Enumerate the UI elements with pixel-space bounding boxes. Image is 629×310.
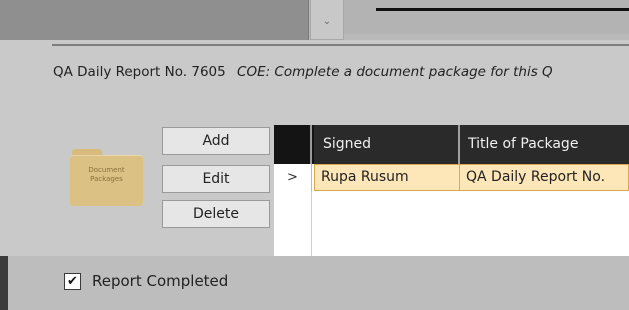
table-row[interactable]: > Rupa Rusum QA Daily Report No. xyxy=(274,164,629,191)
folder-label: Document Packages xyxy=(70,166,143,184)
row-selector-header xyxy=(274,125,312,164)
cell-signed[interactable]: Rupa Rusum xyxy=(314,164,460,191)
folder-label-line2: Packages xyxy=(90,175,123,183)
report-completed-label[interactable]: Report Completed xyxy=(92,272,228,290)
footer-edge xyxy=(0,256,8,310)
top-left-panel xyxy=(0,0,309,40)
document-package-window: ⌄ QA Daily Report No. 7605 COE: Complete… xyxy=(0,0,629,310)
chevron-down-icon: ⌄ xyxy=(322,16,332,27)
report-completed-checkbox[interactable]: ✔ xyxy=(64,273,81,290)
report-title: QA Daily Report No. 7605 xyxy=(53,64,226,80)
row-indicator[interactable]: > xyxy=(274,164,312,191)
column-header-signed[interactable]: Signed xyxy=(314,125,460,164)
separator xyxy=(52,44,629,46)
cell-title[interactable]: QA Daily Report No. xyxy=(460,164,629,191)
report-header: QA Daily Report No. 7605 COE: Complete a… xyxy=(53,64,553,84)
edit-button[interactable]: Edit xyxy=(162,165,270,193)
check-icon: ✔ xyxy=(67,274,78,289)
column-header-title[interactable]: Title of Package xyxy=(460,125,629,164)
grid-header: Signed Title of Package xyxy=(274,125,629,164)
report-description: COE: Complete a document package for thi… xyxy=(237,64,553,80)
packages-grid: Signed Title of Package > Rupa Rusum QA … xyxy=(274,125,629,256)
document-packages-folder-icon[interactable]: Document Packages xyxy=(70,149,143,206)
add-button[interactable]: Add xyxy=(162,127,270,155)
row-header-strip xyxy=(274,191,312,256)
folder-label-line1: Document xyxy=(88,166,125,174)
top-right-field xyxy=(344,0,629,34)
delete-button[interactable]: Delete xyxy=(162,200,270,228)
dropdown-toggle[interactable]: ⌄ xyxy=(310,0,344,40)
divider xyxy=(376,8,629,11)
